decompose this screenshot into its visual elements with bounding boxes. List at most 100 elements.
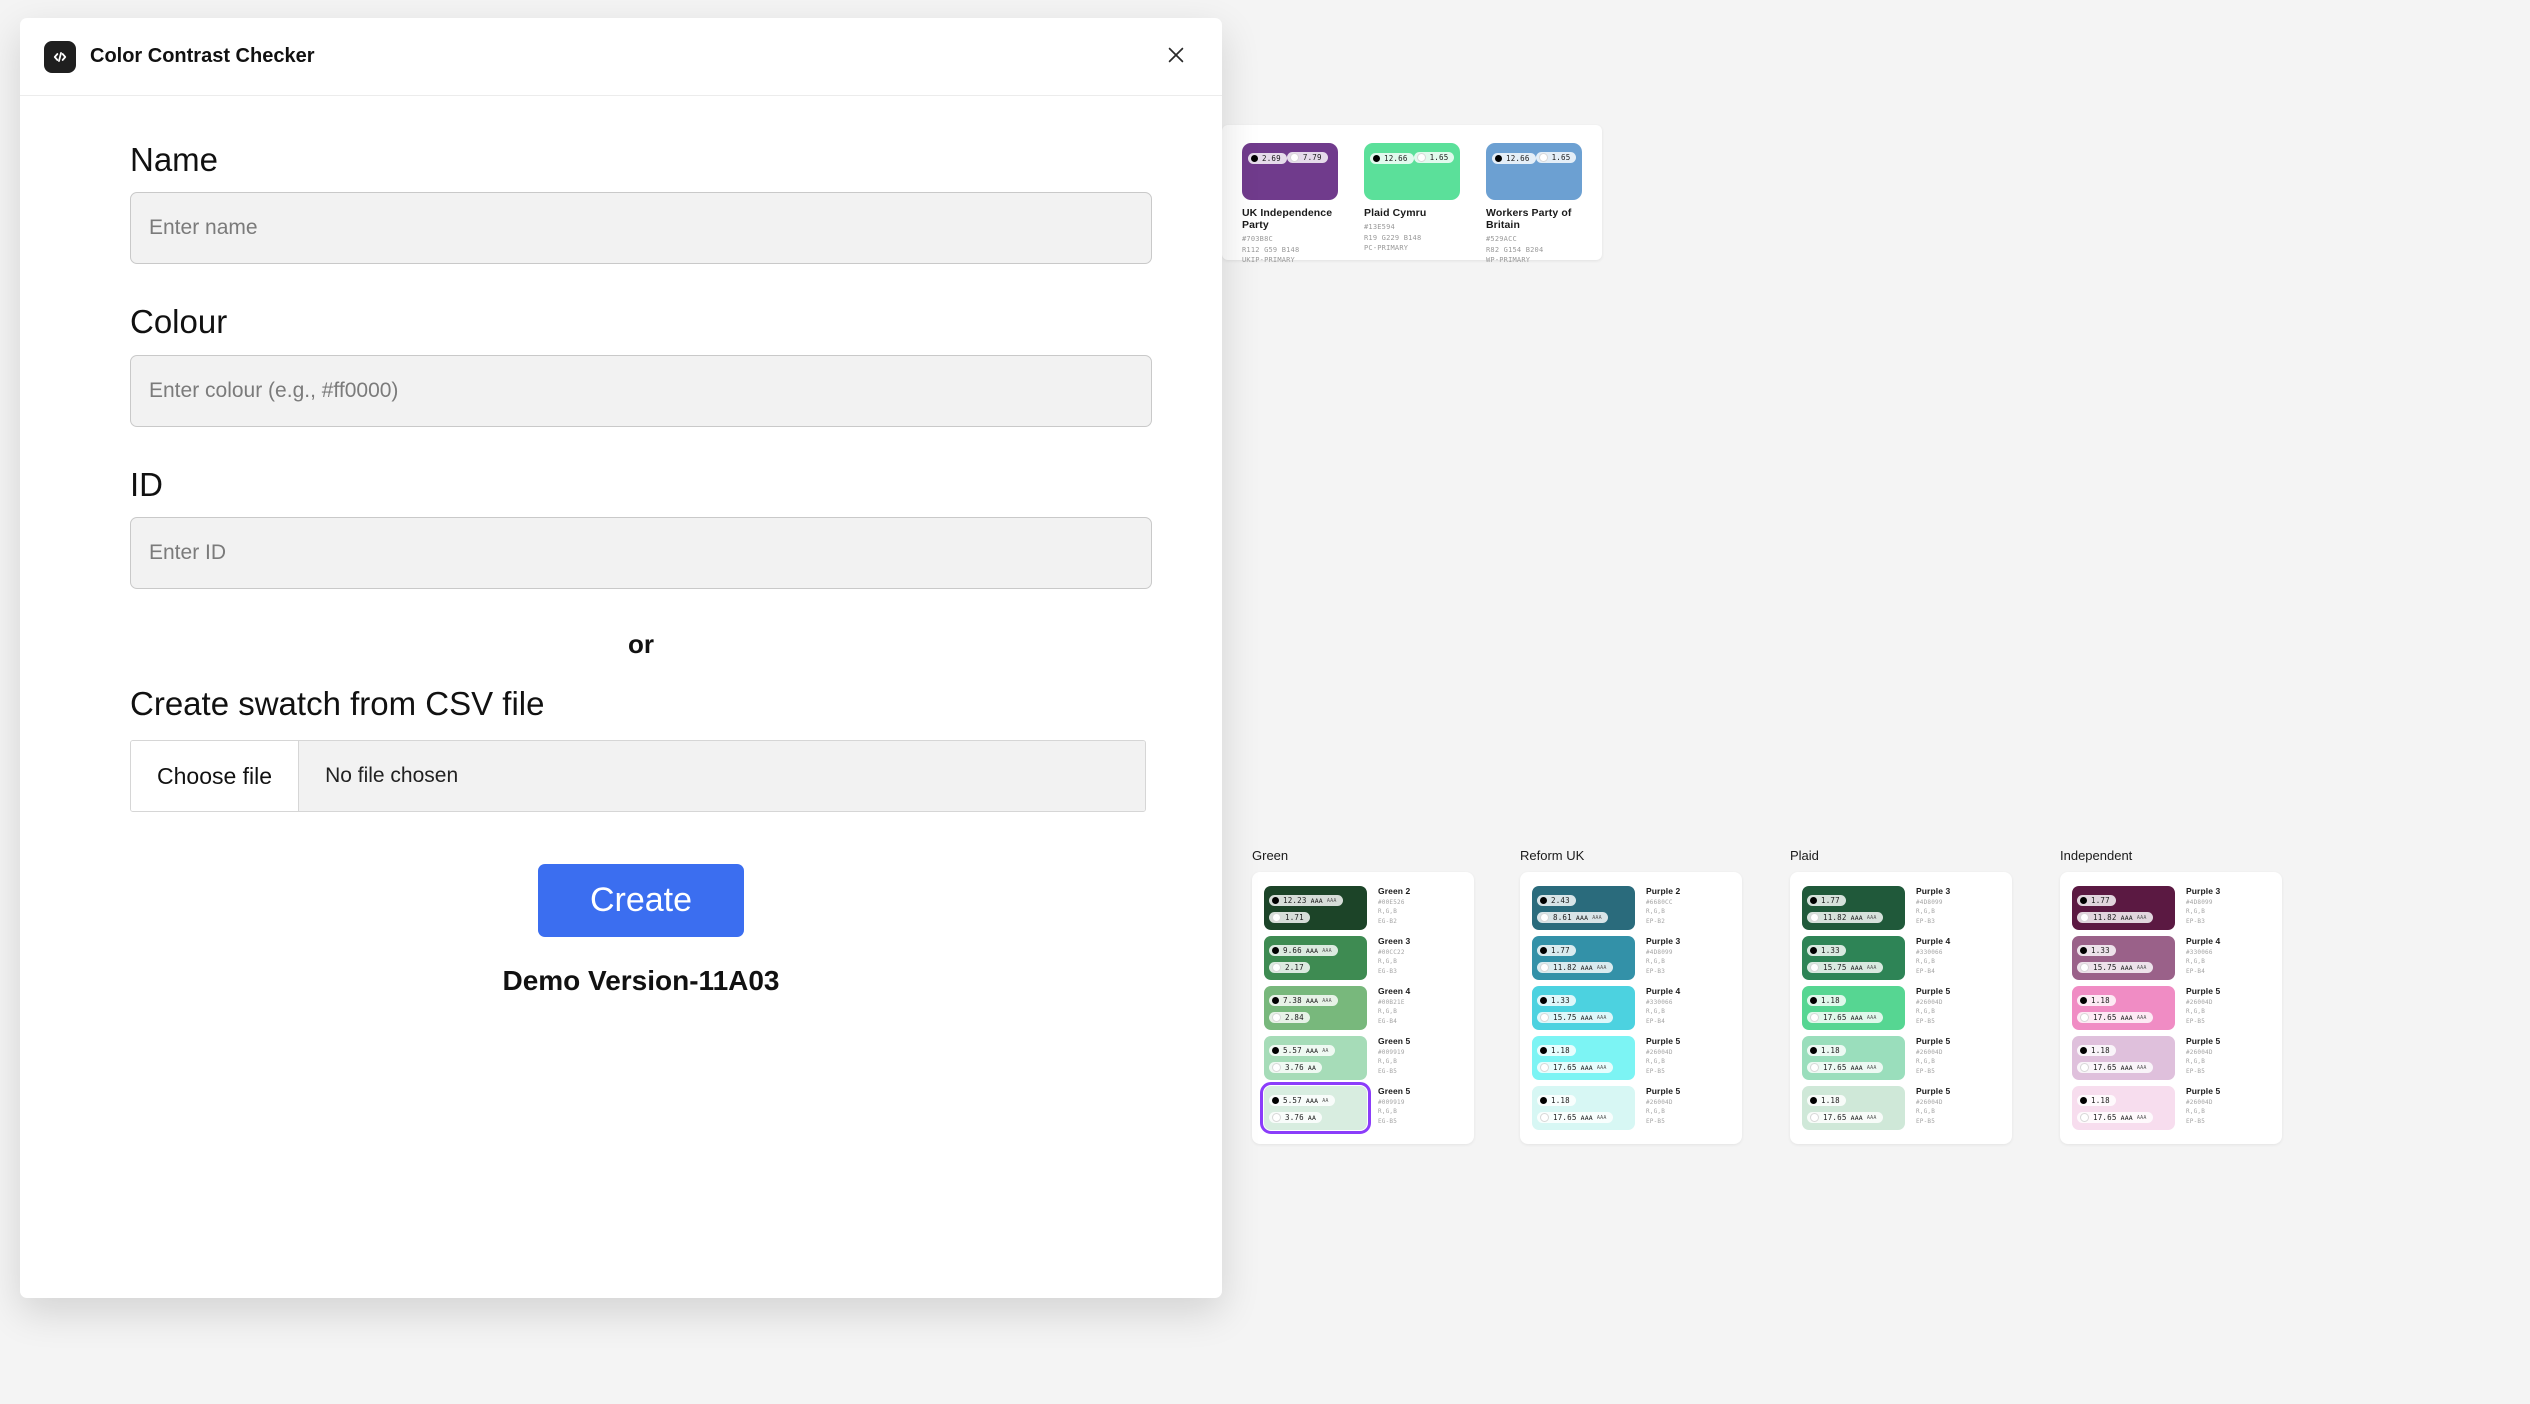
create-button[interactable]: Create [537,864,745,938]
swatch-row[interactable]: 1.18 17.65 AAA AAA Purple 5 #26004D R,G,B EP-B5 [2072,1036,2270,1080]
swatch-chip[interactable]: 7.38 AAA AAA 2.84 [1264,986,1367,1030]
contrast-dot-icon [1810,1013,1819,1022]
swatch-row[interactable]: 1.18 17.65 AAA AAA Purple 5 #26004D R,G,B EP-B5 [2072,986,2270,1030]
swatch-group: Independent 1.77 11.82 AAA AAA Purple 3 #4D809… [2060,848,2282,1144]
swatch-row[interactable]: 2.43 8.61 AAA AAA Purple 2 #6680CC R,G,B EP-B2 [1532,886,1730,930]
swatch-chip[interactable]: 1.77 11.82 AAA AAA [1802,886,1905,930]
contrast-badge: 1.18 [2077,995,2116,1006]
contrast-badge: 7.38 AAA AAA [1269,995,1338,1006]
swatch-chip[interactable]: 1.18 17.65 AAA AAA [1802,1036,1905,1080]
swatch-chip[interactable]: 1.33 15.75 AAA AAA [1532,986,1635,1030]
swatch-row[interactable]: 9.66 AAA AAA 2.17 Green 3 #00CC22 R,G,B EG-B3 [1264,936,1462,980]
contrast-dot-icon [1272,1097,1279,1104]
swatch-row[interactable]: 1.18 17.65 AAA AAA Purple 5 #26004D R,G,B EP-B5 [1532,1036,1730,1080]
swatch-chip[interactable]: 1.33 15.75 AAA AAA [2072,936,2175,980]
swatch-name: Purple 3 [2186,886,2221,896]
contrast-badge: 1.18 [1807,1045,1846,1056]
swatch-chip[interactable]: 1.77 11.82 AAA AAA [1532,936,1635,980]
contrast-dot-icon [1540,897,1547,904]
contrast-badge: 8.61 AAA AAA [1537,912,1608,923]
colour-input[interactable] [130,354,1152,427]
swatch-row[interactable]: 1.18 17.65 AAA AAA Purple 5 #26004D R,G,B EP-B5 [1802,986,2000,1030]
contrast-badge: 11.82 AAA AAA [1537,962,1613,973]
swatch-chip[interactable]: 5.57 AAA AA 3.76 AA [1260,1082,1371,1134]
swatch-info: Green 5 #009919 R,G,B EG-B5 [1378,1086,1462,1130]
swatch-row[interactable]: 1.33 15.75 AAA AAA Purple 4 #330066 R,G,B EP-B4 [1802,936,2000,980]
color-contrast-checker-modal: Color Contrast Checker Name Colour ID or… [20,18,1222,1298]
swatch-row[interactable]: 1.77 11.82 AAA AAA Purple 3 #4D8099 R,G,B EP-B3 [1802,886,2000,930]
swatch-chip[interactable]: 1.18 17.65 AAA AAA [1532,1086,1635,1130]
swatch-chip[interactable]: 12.23 AAA AAA 1.71 [1264,886,1367,930]
contrast-value: 12.66 [1506,154,1530,163]
party-colour-card[interactable]: 2.69 7.79 UK Independence Party #703B8C R112… [1242,143,1338,264]
contrast-value: 1.65 [1429,153,1449,162]
swatch-chip[interactable]: 5.57 AAA AA 3.76 AA [1264,1036,1367,1080]
swatch-row[interactable]: 5.57 AAA AA 3.76 AA Green 5 #009919 R,G,B EG-B5 [1264,1036,1462,1080]
swatch-chip[interactable]: 9.66 AAA AAA 2.17 [1264,936,1367,980]
contrast-value: 11.82 [2093,913,2117,922]
swatch-meta: #26004D R,G,B EP-B5 [2186,999,2213,1025]
contrast-dot-icon [1272,1063,1281,1072]
contrast-dot-icon [1810,947,1817,954]
group-title: Reform UK [1520,848,1585,863]
colour-chip[interactable]: 12.66 1.65 [1364,143,1460,200]
contrast-dot-icon [2080,1063,2089,1072]
name-label: Name [130,141,219,178]
contrast-dot-icon [1810,997,1817,1004]
contrast-dot-icon [1540,1113,1549,1122]
swatch-row[interactable]: 1.18 17.65 AAA AAA Purple 5 #26004D R,G,B EP-B5 [1802,1036,2000,1080]
party-colour-card[interactable]: 12.66 1.65 Plaid Cymru #13E594 R19 G229 B148… [1364,143,1460,252]
swatch-row[interactable]: 1.77 11.82 AAA AAA Purple 3 #4D8099 R,G,B EP-B3 [1532,936,1730,980]
swatch-chip[interactable]: 1.18 17.65 AAA AAA [2072,986,2175,1030]
swatch-chip[interactable]: 1.18 17.65 AAA AAA [1802,1086,1905,1130]
swatch-meta: #00E526 R,G,B EG-B2 [1378,899,1405,925]
card-meta: #703B8C R112 G59 B148 UKIP-PRIMARY [1242,235,1300,264]
contrast-dot-icon [2080,913,2089,922]
swatch-chip[interactable]: 1.18 17.65 AAA AAA [1532,1036,1635,1080]
swatch-info: Purple 5 #26004D R,G,B EP-B5 [1916,1036,2000,1080]
close-button[interactable] [1156,37,1196,77]
name-input[interactable] [130,192,1152,265]
colour-chip[interactable]: 2.69 7.79 [1242,143,1338,200]
file-input-row[interactable]: Choose file No file chosen [130,740,1146,813]
swatch-row[interactable]: 1.33 15.75 AAA AAA Purple 4 #330066 R,G,B EP-B4 [1532,986,1730,1030]
swatch-chip[interactable]: 1.33 15.75 AAA AAA [1802,936,1905,980]
swatch-row[interactable]: 7.38 AAA AAA 2.84 Green 4 #00B21E R,G,B EG-B4 [1264,986,1462,1030]
swatch-row[interactable]: 5.57 AAA AA 3.76 AA Green 5 #009919 R,G,B EG-B5 [1260,1082,1462,1134]
group-body: 12.23 AAA AAA 1.71 Green 2 #00E526 R,G,B EG-B2 9… [1252,872,1474,1144]
contrast-dot-icon [1540,947,1547,954]
swatch-chip[interactable]: 1.18 17.65 AAA AAA [2072,1086,2175,1130]
swatch-row[interactable]: 1.77 11.82 AAA AAA Purple 3 #4D8099 R,G,B EP-B3 [2072,886,2270,930]
swatch-row[interactable]: 1.33 15.75 AAA AAA Purple 4 #330066 R,G,B EP-B4 [2072,936,2270,980]
party-colour-card[interactable]: 12.66 1.65 Workers Party of Britain #529ACC… [1486,143,1582,264]
swatch-meta: #009919 R,G,B EG-B5 [1378,1099,1405,1125]
swatch-info: Purple 5 #26004D R,G,B EP-B5 [2186,1086,2270,1130]
contrast-value: 1.77 [1551,946,1570,955]
swatch-row[interactable]: 12.23 AAA AAA 1.71 Green 2 #00E526 R,G,B EG-B2 [1264,886,1462,930]
swatch-row[interactable]: 1.18 17.65 AAA AAA Purple 5 #26004D R,G,B EP-B5 [1802,1086,2000,1130]
swatch-chip[interactable]: 1.77 11.82 AAA AAA [2072,886,2175,930]
contrast-badge: 1.77 [1807,895,1846,906]
swatch-chip[interactable]: 2.43 8.61 AAA AAA [1532,886,1635,930]
contrast-value: 17.65 [2093,1063,2117,1072]
choose-file-button[interactable]: Choose file [131,741,300,812]
swatch-chip[interactable]: 1.18 17.65 AAA AAA [2072,1036,2175,1080]
contrast-dot-icon [2080,1097,2087,1104]
contrast-value: 1.77 [1821,896,1840,905]
group-title: Green [1252,848,1289,863]
swatch-meta: #4D8099 R,G,B EP-B3 [2186,899,2213,925]
swatch-chip[interactable]: 1.18 17.65 AAA AAA [1802,986,1905,1030]
contrast-value: 11.82 [1823,913,1847,922]
swatch-row[interactable]: 1.18 17.65 AAA AAA Purple 5 #26004D R,G,B EP-B5 [1532,1086,1730,1130]
contrast-value: 5.57 [1283,1046,1302,1055]
swatch-info: Purple 5 #26004D R,G,B EP-B5 [1646,1086,1730,1130]
id-input[interactable] [130,516,1152,589]
contrast-value: 12.66 [1384,154,1408,163]
swatch-row[interactable]: 1.18 17.65 AAA AAA Purple 5 #26004D R,G,B EP-B5 [2072,1086,2270,1130]
colour-chip[interactable]: 12.66 1.65 [1486,143,1582,200]
contrast-badge: 2.69 [1248,153,1287,164]
contrast-value: 17.65 [2093,1013,2117,1022]
group-body: 1.77 11.82 AAA AAA Purple 3 #4D8099 R,G,B EP-B3… [2060,872,2282,1144]
contrast-badge: 17.65 AAA AAA [1807,1012,1883,1023]
contrast-dot-icon [1810,1097,1817,1104]
